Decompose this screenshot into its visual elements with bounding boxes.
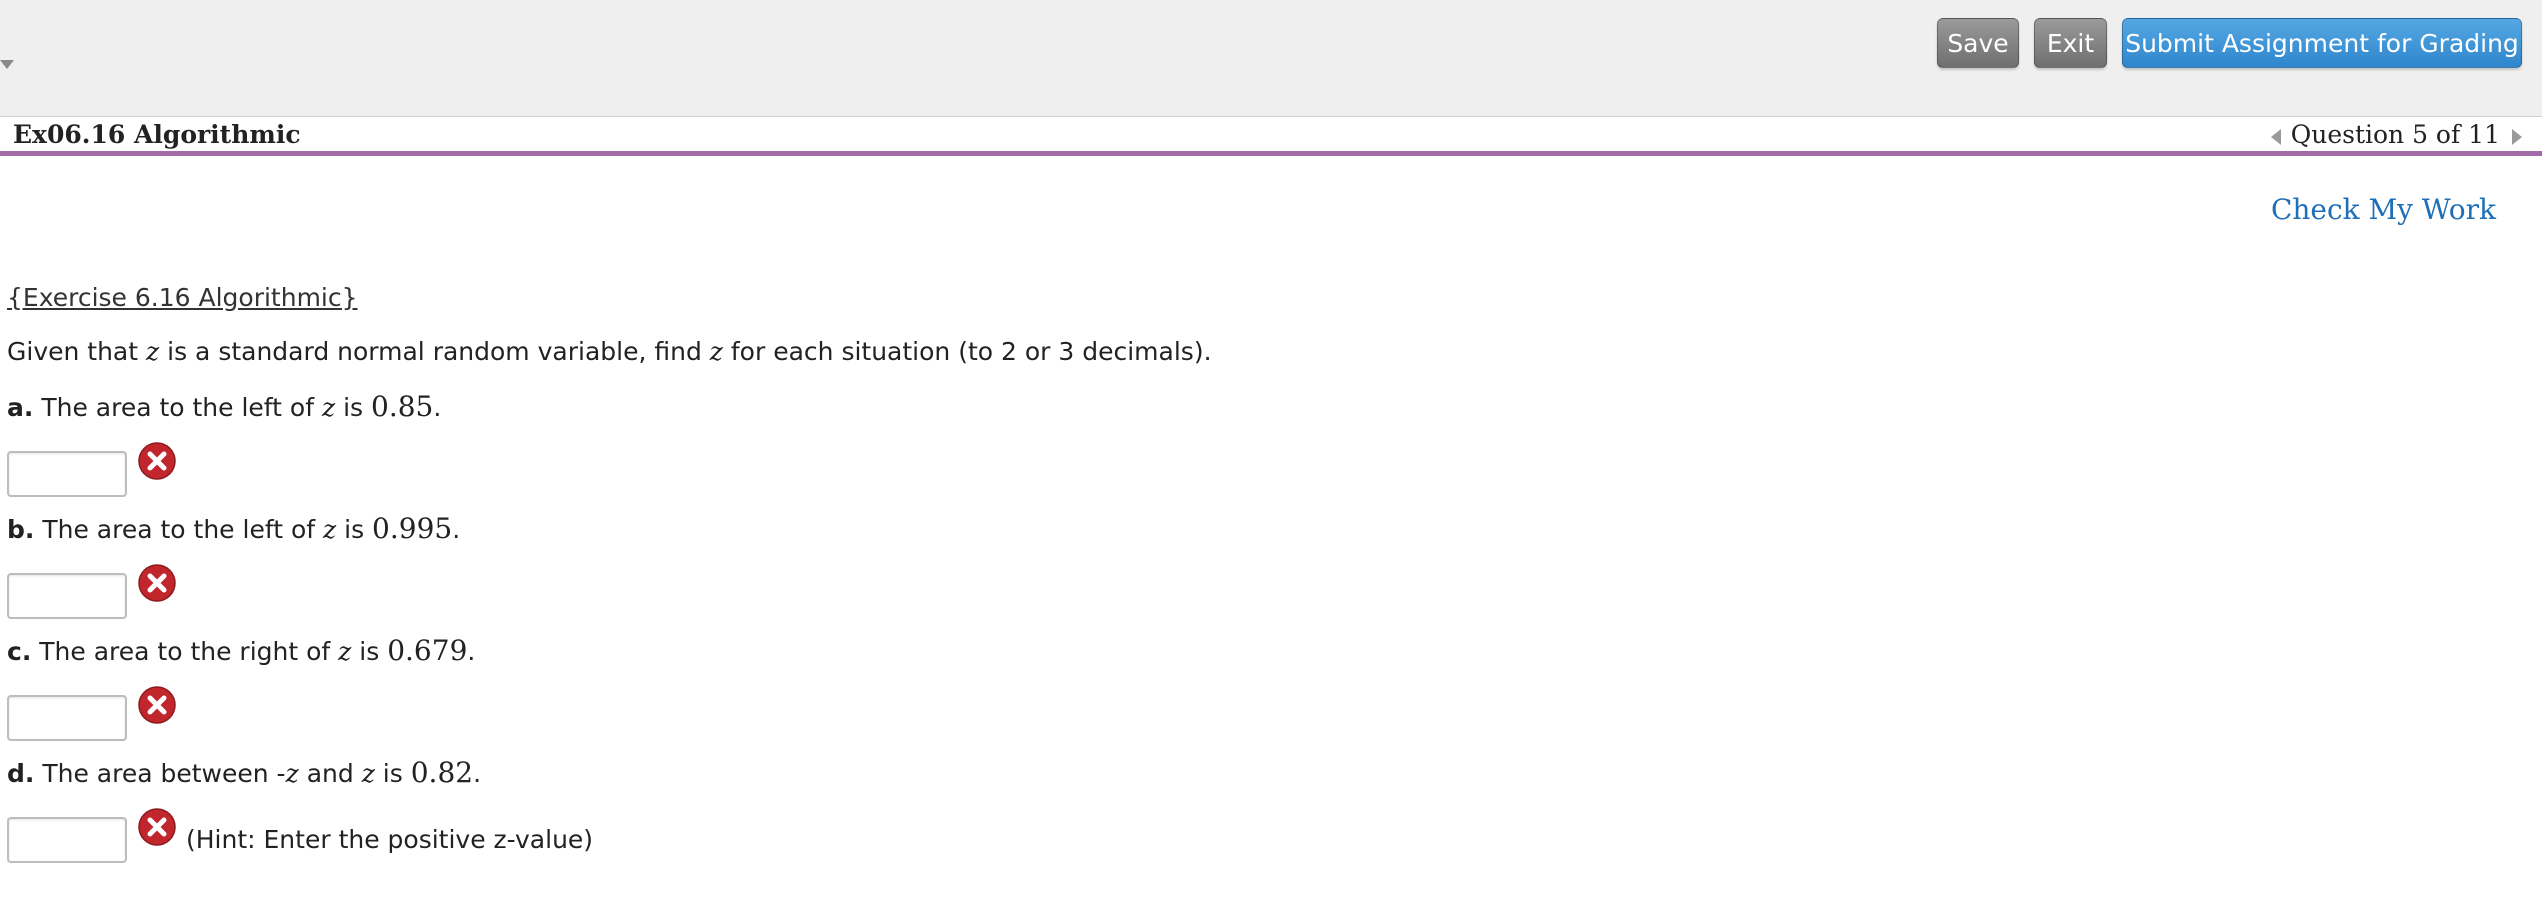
part-value: 0.679 — [387, 634, 468, 667]
part-text: The area to the left of — [34, 515, 323, 544]
part-text: and — [298, 759, 362, 788]
part-c-answer-input[interactable] — [7, 695, 127, 741]
part-d-answer-input[interactable] — [7, 817, 127, 863]
close-circle-icon — [138, 686, 176, 724]
part-letter: d. — [7, 759, 35, 788]
close-circle-icon — [138, 442, 176, 480]
part-c-prompt: c. The area to the right of z is 0.679. — [7, 634, 475, 667]
close-circle-icon — [138, 808, 176, 846]
part-b-answer-input[interactable] — [7, 573, 127, 619]
part-value: 0.995 — [372, 512, 453, 545]
assignment-titlebar: Ex06.16 Algorithmic Question 5 of 11 — [0, 117, 2542, 156]
part-a-prompt: a. The area to the left of z is 0.85. — [7, 390, 441, 423]
part-d-prompt: d. The area between -z and z is 0.82. — [7, 756, 481, 789]
part-value: 0.85 — [371, 390, 434, 423]
part-b-prompt: b. The area to the left of z is 0.995. — [7, 512, 460, 545]
close-circle-icon — [138, 564, 176, 602]
intro-text: is a standard normal random variable, fi… — [159, 337, 710, 366]
variable-z: z — [146, 337, 160, 366]
part-text: is — [374, 759, 411, 788]
chevron-right-icon[interactable] — [2512, 128, 2522, 145]
intro-text: Given that — [7, 337, 147, 366]
part-text: is — [351, 637, 388, 666]
part-end: . — [452, 515, 461, 544]
question-counter: Question 5 of 11 — [2290, 120, 2500, 149]
variable-z: z — [323, 515, 337, 544]
part-text: The area to the left of — [33, 393, 322, 422]
part-text: The area between - — [34, 759, 286, 788]
save-button[interactable]: Save — [1937, 18, 2019, 68]
variable-z: z — [338, 637, 352, 666]
part-end: . — [433, 393, 442, 422]
hint-text: (Hint: Enter the positive z-value) — [186, 825, 594, 854]
variable-z: z — [709, 337, 723, 366]
part-value: 0.82 — [410, 756, 474, 789]
top-toolbar: Save Exit Submit Assignment for Grading — [0, 0, 2542, 117]
part-text: The area to the right of — [31, 637, 339, 666]
part-text: is — [335, 393, 372, 422]
part-end: . — [473, 759, 482, 788]
part-letter: b. — [7, 515, 35, 544]
part-letter: a. — [7, 393, 34, 422]
part-a-answer-input[interactable] — [7, 451, 127, 497]
question-instructions: Given that z is a standard normal random… — [7, 337, 1212, 366]
check-my-work-link[interactable]: Check My Work — [2271, 193, 2496, 226]
submit-assignment-button[interactable]: Submit Assignment for Grading — [2122, 18, 2522, 68]
question-navigation: Question 5 of 11 — [2270, 120, 2522, 149]
part-text: is — [336, 515, 373, 544]
exit-button[interactable]: Exit — [2034, 18, 2107, 68]
intro-text: for each situation (to 2 or 3 decimals). — [722, 337, 1212, 366]
part-letter: c. — [7, 637, 32, 666]
variable-z: z — [361, 759, 375, 788]
exercise-title-link[interactable]: {Exercise 6.16 Algorithmic} — [7, 283, 358, 312]
chevron-down-icon[interactable] — [0, 60, 14, 69]
variable-z: z — [285, 759, 299, 788]
chevron-left-icon[interactable] — [2270, 128, 2281, 145]
part-end: . — [467, 637, 476, 666]
page-title: Ex06.16 Algorithmic — [13, 120, 301, 149]
variable-z: z — [321, 393, 336, 422]
